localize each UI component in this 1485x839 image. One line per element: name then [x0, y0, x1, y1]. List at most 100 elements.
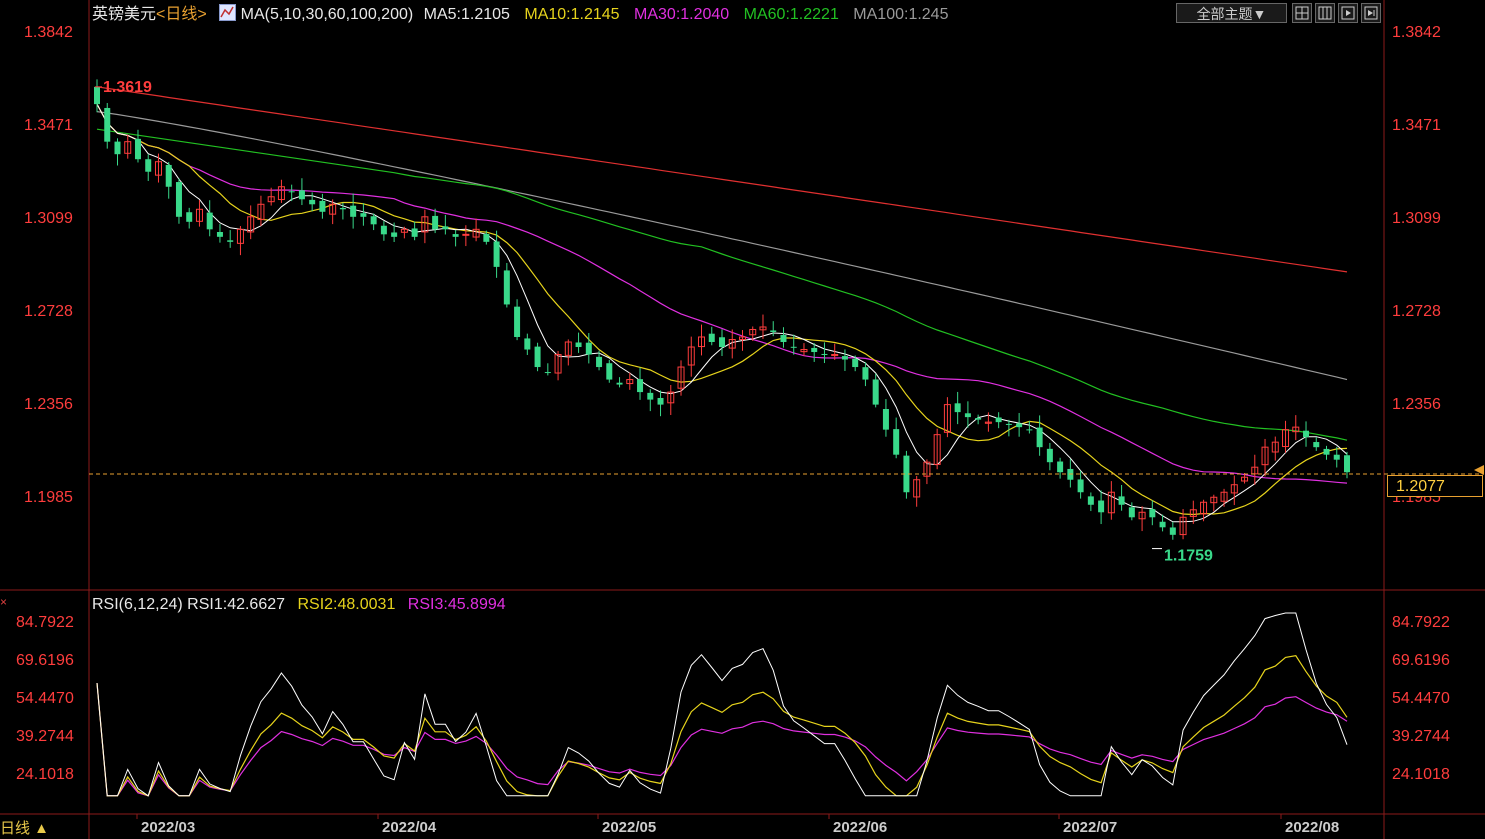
ma60-value: MA60:1.2221 [743, 6, 839, 23]
candle-body-down [134, 138, 141, 160]
candle-body-down [145, 159, 152, 172]
candle-body-down [1169, 527, 1176, 535]
candle-body-down [811, 347, 818, 353]
ma-params: MA(5,10,30,60,100,200) [240, 6, 414, 23]
panel-icon[interactable] [1315, 3, 1335, 23]
candle-body-down [1046, 448, 1053, 463]
candle-body-down [1333, 454, 1340, 460]
price-axis-label-left: 1.3471 [24, 117, 73, 134]
candle-body-down [503, 270, 510, 305]
rsi1-value: RSI1:42.6627 [187, 596, 286, 613]
time-axis-label: 2022/05 [602, 819, 656, 836]
rsi-axis-label-right: 84.7922 [1392, 614, 1450, 631]
candle-body-down [452, 234, 459, 237]
period-tab[interactable]: 日线 ▲ [0, 818, 49, 839]
candle-body-down [790, 346, 797, 348]
candle-body-down [1077, 479, 1084, 493]
theme-dropdown[interactable]: 全部主题▼ [1176, 3, 1287, 23]
candle-body-down [165, 164, 172, 187]
candle-body-down [206, 212, 213, 230]
candle-body-down [114, 141, 121, 155]
candle-body-down [442, 226, 449, 230]
candle-body-down [657, 397, 664, 405]
candle-body-down [175, 182, 182, 217]
candle-body-down [975, 418, 982, 420]
rsi-axis-label-left: 69.6196 [16, 652, 74, 669]
time-axis-label: 2022/08 [1285, 819, 1339, 836]
candle-body-down [821, 353, 828, 355]
rsi-axis-label-left: 39.2744 [16, 728, 74, 745]
candle-body-down [719, 337, 725, 348]
rsi-axis-label-left: 24.1018 [16, 766, 74, 783]
candle-body-down [637, 379, 644, 393]
current-price-box: 1.2077 [1387, 475, 1483, 497]
candle-body-down [391, 232, 398, 237]
rsi-axis-label-right: 39.2744 [1392, 728, 1450, 745]
candle-body-down [708, 333, 715, 343]
rsi-header: RSI(6,12,24) RSI1:42.6627 RSI2:48.0031 R… [92, 594, 506, 616]
candle-body-down [606, 363, 613, 380]
price-axis-label-left: 1.3099 [24, 210, 73, 227]
ma10-value: MA10:1.2145 [524, 6, 620, 23]
candle-body-down [1303, 430, 1310, 438]
candle-body-down [432, 215, 439, 230]
candle-body-down [216, 231, 223, 237]
candle-body-down [647, 392, 654, 400]
candle-body-down [1344, 455, 1350, 473]
low-annotation: 1.1759 [1164, 548, 1213, 565]
rsi-params: RSI(6,12,24) [92, 596, 183, 613]
next-panel-icon[interactable] [1361, 3, 1381, 23]
rsi3-value: RSI3:45.8994 [407, 596, 506, 613]
candle-body-down [94, 86, 100, 105]
chart-canvas[interactable]: 1.3842 1.3842 1.3471 1.3471 1.3099 1.3099 1.27… [0, 0, 1485, 839]
rsi-axis-label-left: 84.7922 [16, 614, 74, 631]
ma100-value: MA100:1.245 [853, 6, 949, 23]
candle-body-down [370, 216, 377, 225]
rsi1-line [96, 612, 1348, 797]
price-axis-label-right: 1.2356 [1392, 396, 1441, 413]
candle-body-down [596, 356, 603, 368]
candle-body-down [380, 225, 387, 235]
candle-body-up [462, 233, 470, 236]
candle-body-down [1128, 507, 1135, 518]
time-axis-label: 2022/03 [141, 819, 195, 836]
price-axis-label-left: 1.2728 [24, 303, 73, 320]
play-panel-icon[interactable] [1338, 3, 1358, 23]
candle-body-down [1016, 423, 1023, 428]
candle-body-down [1057, 461, 1064, 473]
candle-body-down [616, 382, 623, 385]
ma5-value: MA5:1.2105 [423, 6, 510, 23]
layout-grid-icon[interactable] [1292, 3, 1312, 23]
candle-body-down [360, 213, 367, 217]
price-axis-label-left: 1.3842 [24, 24, 73, 41]
candle-body-down [1087, 496, 1094, 505]
candle-body-down [411, 228, 418, 237]
price-axis-label-right: 1.3099 [1392, 210, 1441, 227]
time-axis-label: 2022/06 [833, 819, 887, 836]
candle-body-down [1149, 509, 1156, 518]
rsi-axis-label-right: 69.6196 [1392, 652, 1450, 669]
price-axis-label-left: 1.2356 [24, 396, 73, 413]
candle-body-down [1026, 429, 1033, 431]
candle-body-down [1313, 442, 1320, 448]
time-axis-label: 2022/04 [382, 819, 437, 836]
price-axis-label-left: 1.1985 [24, 489, 73, 506]
period-label[interactable]: <日线> [156, 6, 207, 23]
candle-body-down [534, 346, 541, 368]
candle-body-down [309, 199, 316, 205]
candle-body-down [544, 372, 551, 374]
candle-body-down [770, 330, 777, 332]
ma-settings-icon[interactable] [219, 4, 237, 21]
candle-body-down [104, 107, 111, 142]
candle-body-down [319, 200, 326, 212]
ma30-line [96, 103, 1348, 484]
rsi2-value: RSI2:48.0031 [297, 596, 396, 613]
time-axis-label: 2022/07 [1063, 819, 1117, 836]
candle-body-down [852, 358, 859, 368]
crosshair-marker: × [0, 595, 7, 609]
ma30-value: MA30:1.2040 [634, 6, 730, 23]
candle-body-down [585, 342, 592, 355]
candle-body-down [1005, 423, 1012, 425]
ma60-line [96, 128, 1348, 441]
ma200-line [96, 86, 1348, 273]
